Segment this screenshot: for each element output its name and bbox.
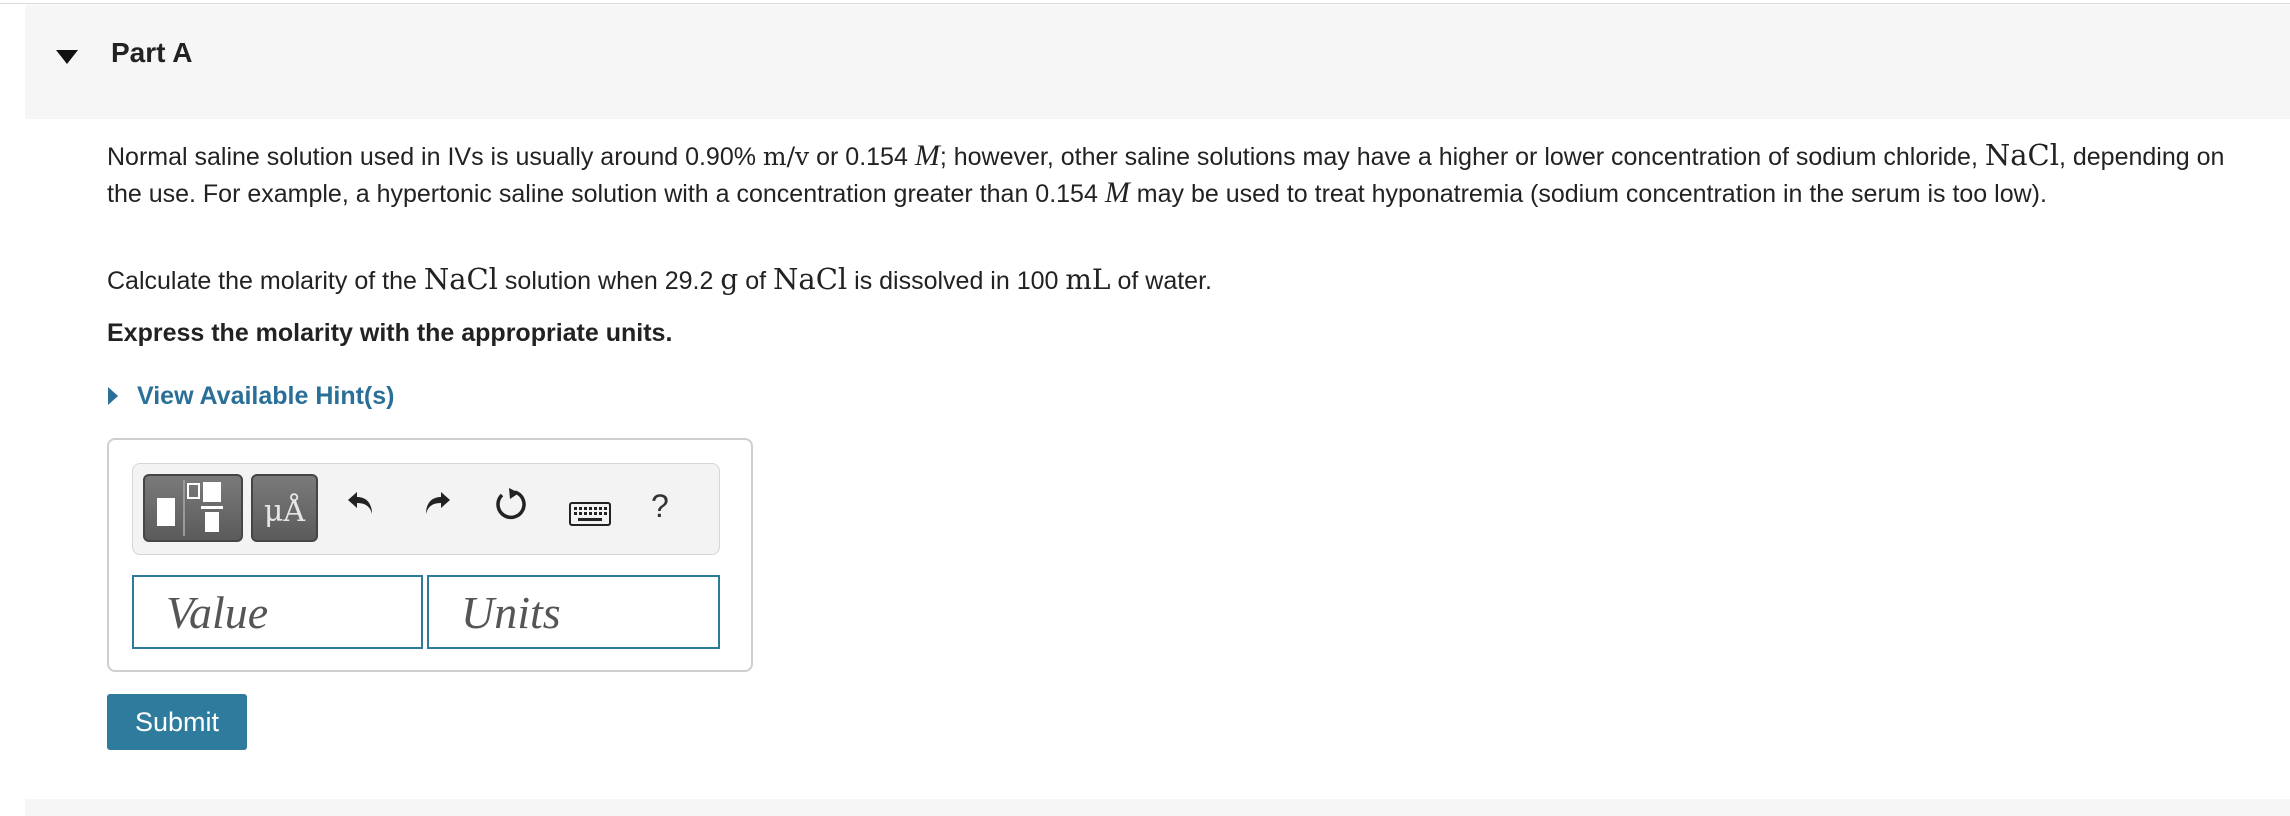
caret-right-icon	[108, 387, 118, 405]
units-input[interactable]	[429, 577, 718, 647]
math-toolbar: μÅ ?	[132, 463, 720, 555]
question-paragraph-intro: Normal saline solution used in IVs is us…	[107, 138, 2225, 209]
math-ml: mL	[1065, 263, 1111, 296]
keyboard-icon[interactable]	[569, 502, 611, 526]
math-nacl-task: NaCl	[423, 262, 498, 296]
submit-button[interactable]: Submit	[107, 694, 247, 750]
question-paragraph-task: Calculate the molarity of the NaCl solut…	[107, 262, 1212, 296]
page: Part A Normal saline solution used in IV…	[0, 0, 2290, 816]
math-molar: M	[914, 139, 940, 172]
math-nacl: NaCl	[1984, 138, 2059, 172]
value-input[interactable]	[134, 577, 421, 647]
collapse-toggle[interactable]	[53, 42, 93, 72]
reset-icon[interactable]	[493, 486, 529, 522]
help-button[interactable]: ?	[651, 488, 669, 525]
top-divider	[0, 3, 2290, 4]
math-molar-2: M	[1104, 176, 1130, 209]
units-button-label: μÅ	[263, 494, 306, 529]
math-nacl-task-2: NaCl	[773, 262, 848, 296]
units-button[interactable]: μÅ	[251, 474, 318, 542]
units-field[interactable]	[427, 575, 720, 649]
answer-box: μÅ ? Value Units	[107, 438, 753, 672]
math-grams: g	[720, 263, 739, 296]
undo-icon[interactable]	[345, 486, 379, 520]
part-title: Part A	[111, 37, 193, 68]
templates-icon	[157, 480, 223, 536]
math-mv: m/v	[762, 142, 810, 171]
caret-down-icon	[56, 50, 78, 64]
redo-icon[interactable]	[419, 486, 453, 520]
view-hints-link[interactable]: View Available Hint(s)	[107, 376, 394, 416]
next-part-band	[25, 799, 2290, 816]
value-field[interactable]	[132, 575, 423, 649]
part-header: Part A	[25, 5, 2290, 119]
templates-button[interactable]	[143, 474, 243, 542]
view-hints-label: View Available Hint(s)	[137, 381, 395, 410]
instruction-text: Express the molarity with the appropriat…	[107, 319, 673, 347]
